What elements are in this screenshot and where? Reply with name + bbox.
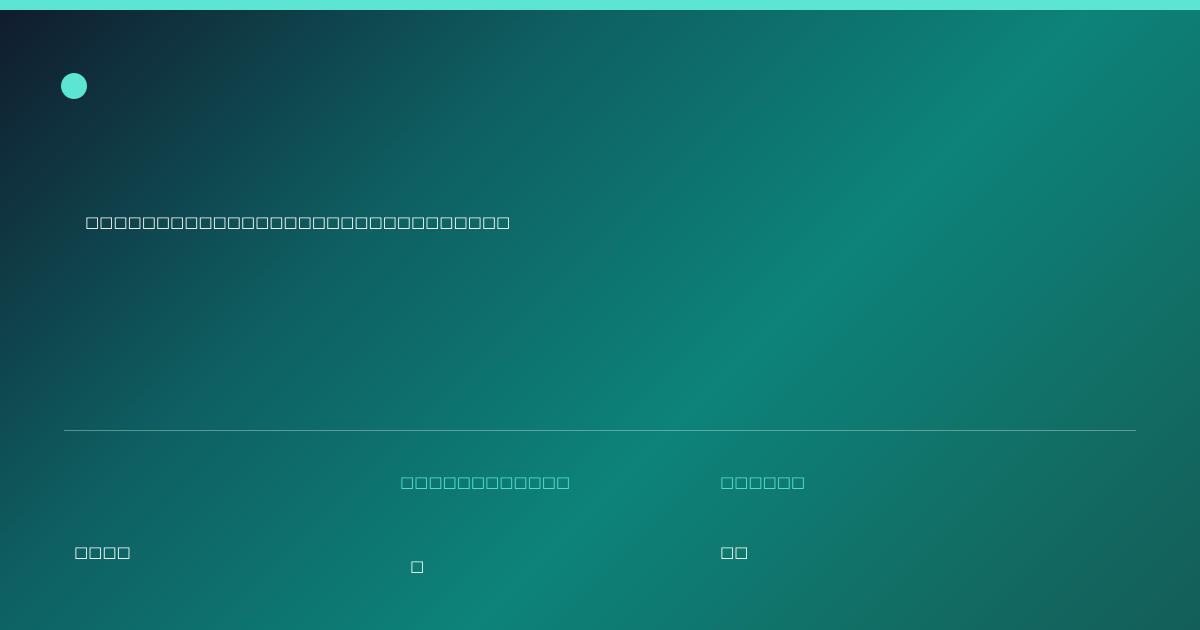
middle-stat-value: □ — [410, 557, 425, 575]
middle-stat-label: □□□□□□□□□□□□ — [400, 473, 571, 491]
circle-logo-icon — [61, 73, 87, 99]
headline-text: □□□□□□□□□□□□□□□□□□□□□□□□□□□□□□ — [85, 213, 511, 231]
right-stat-value: □□ — [720, 543, 749, 561]
section-divider — [64, 430, 1136, 431]
right-stat-label: □□□□□□ — [720, 473, 806, 491]
left-stat-value: □□□□ — [74, 543, 131, 561]
top-accent-bar — [0, 0, 1200, 10]
